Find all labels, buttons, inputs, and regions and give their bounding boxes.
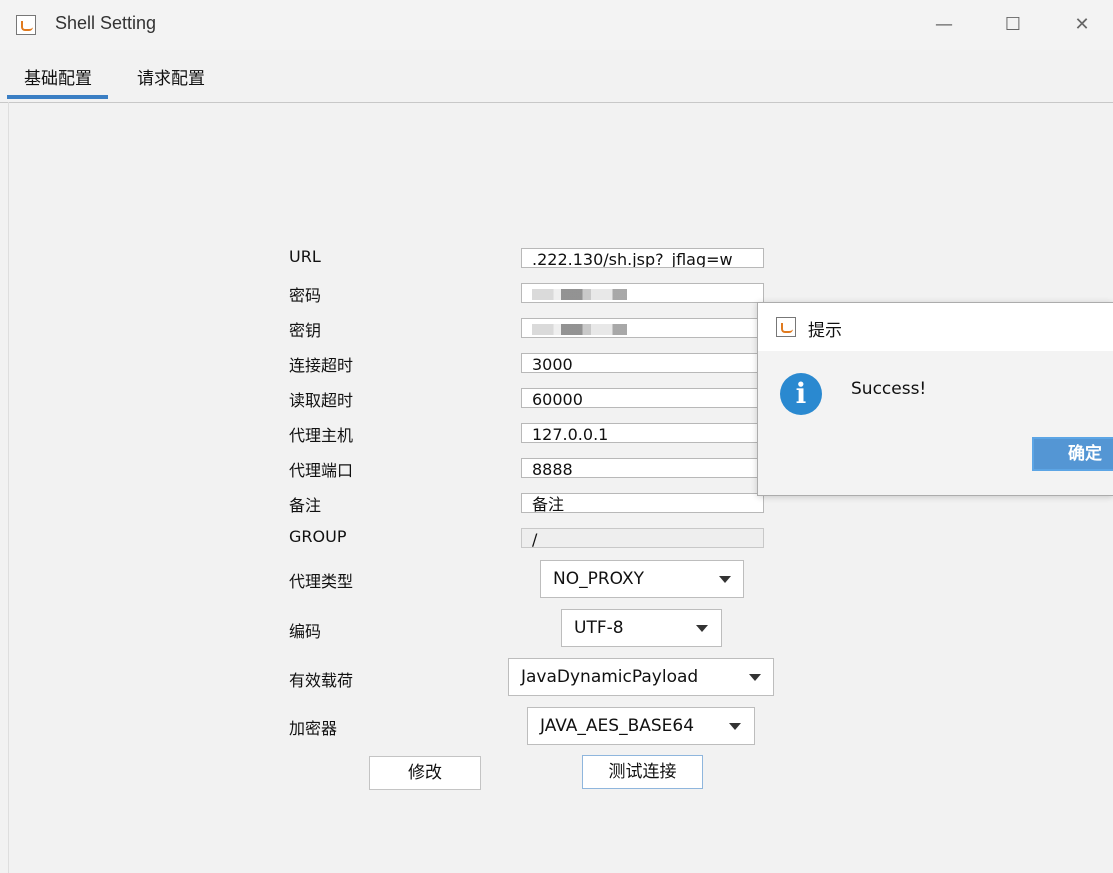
payload-label: 有效载荷: [289, 671, 354, 690]
java-icon: [776, 317, 796, 337]
left-divider: [0, 102, 9, 873]
proxy-type-label: 代理类型: [289, 572, 354, 591]
payload-select[interactable]: JavaDynamicPayload: [508, 658, 774, 696]
cryptor-select[interactable]: JAVA_AES_BASE64: [527, 707, 755, 745]
read-timeout-label: 读取超时: [289, 391, 354, 410]
test-connection-button[interactable]: 测试连接: [582, 755, 703, 789]
url-label: URL: [289, 247, 321, 266]
chevron-down-icon: [729, 723, 741, 730]
proxy-port-field[interactable]: 8888: [521, 458, 764, 478]
chevron-down-icon: [696, 625, 708, 632]
password-field[interactable]: [521, 283, 764, 303]
proxy-host-field[interactable]: 127.0.0.1: [521, 423, 764, 443]
remark-field[interactable]: 备注: [521, 493, 764, 513]
tab-request-config[interactable]: 请求配置: [137, 64, 205, 89]
cryptor-value: JAVA_AES_BASE64: [540, 716, 695, 736]
encoding-label: 编码: [289, 622, 322, 641]
group-label: GROUP: [289, 527, 347, 546]
dialog-message: Success!: [851, 379, 927, 399]
dialog-title: 提示: [808, 321, 842, 341]
payload-value: JavaDynamicPayload: [521, 667, 699, 687]
key-field[interactable]: [521, 318, 764, 338]
encoding-value: UTF-8: [574, 618, 624, 638]
ok-button[interactable]: 确定: [1032, 437, 1113, 471]
proxy-type-value: NO_PROXY: [553, 569, 644, 589]
encoding-select[interactable]: UTF-8: [561, 609, 722, 647]
proxy-port-label: 代理端口: [289, 461, 354, 480]
url-field[interactable]: .222.130/sh.jsp?_jflag=w: [521, 248, 764, 268]
settings-tabs: 基础配置 请求配置: [0, 50, 1113, 103]
window-title-bar: Shell Setting — ☐ ✕: [0, 0, 1113, 50]
connect-timeout-field[interactable]: 3000: [521, 353, 764, 373]
key-mask: [532, 324, 652, 335]
tab-basic-config[interactable]: 基础配置: [7, 64, 108, 99]
dialog-title-bar: 提示: [758, 303, 1113, 351]
proxy-type-select[interactable]: NO_PROXY: [540, 560, 744, 598]
key-label: 密钥: [289, 321, 322, 340]
success-dialog: 提示 i Success! 确定: [757, 302, 1113, 496]
password-label: 密码: [289, 286, 322, 305]
remark-label: 备注: [289, 496, 322, 515]
proxy-host-label: 代理主机: [289, 426, 354, 445]
info-icon: i: [780, 373, 822, 415]
read-timeout-field[interactable]: 60000: [521, 388, 764, 408]
connect-timeout-label: 连接超时: [289, 356, 354, 375]
cryptor-label: 加密器: [289, 719, 338, 738]
password-mask: [532, 289, 652, 300]
close-button[interactable]: ✕: [1062, 10, 1102, 40]
chevron-down-icon: [749, 674, 761, 681]
minimize-button[interactable]: —: [924, 10, 964, 40]
group-field: /: [521, 528, 764, 548]
maximize-button[interactable]: ☐: [993, 10, 1033, 40]
java-icon: [16, 15, 36, 35]
chevron-down-icon: [719, 576, 731, 583]
modify-button[interactable]: 修改: [369, 756, 481, 790]
window-title: Shell Setting: [55, 13, 157, 33]
